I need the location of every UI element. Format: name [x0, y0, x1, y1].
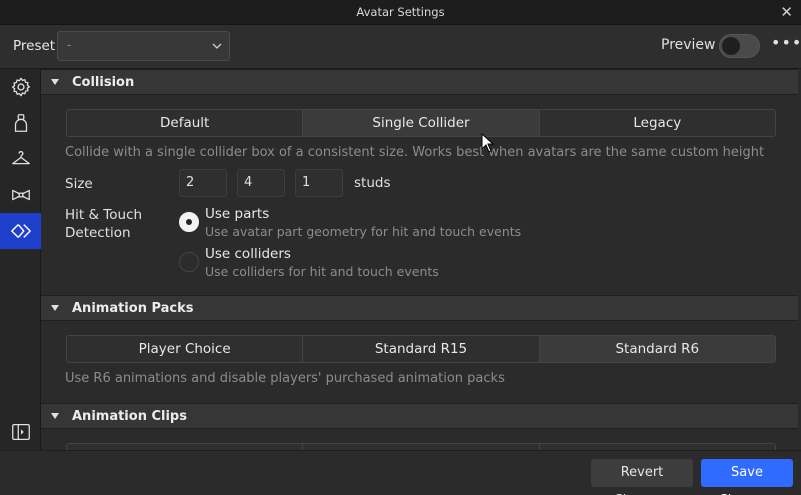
use-colliders-subtitle: Use colliders for hit and touch events [205, 264, 439, 279]
footer: Revert Changes Save Changes [0, 450, 801, 495]
window-title: Avatar Settings [356, 5, 445, 19]
collision-option-single-collider[interactable]: Single Collider [303, 110, 540, 136]
sidebar [0, 69, 41, 450]
size-x-input[interactable]: 2 [179, 169, 227, 197]
animation-clips-selector[interactable] [66, 443, 776, 450]
revert-changes-button[interactable]: Revert Changes [591, 459, 693, 495]
bowtie-icon [11, 189, 30, 201]
animation-option-player-choice[interactable]: Player Choice [67, 336, 304, 362]
use-parts-title: Use parts [205, 206, 270, 222]
section-header-animation-packs[interactable]: Animation Packs [41, 295, 801, 321]
chevron-down-icon [212, 43, 222, 49]
collapse-triangle-icon [51, 305, 59, 311]
preview-toggle[interactable] [719, 34, 760, 58]
more-options-icon[interactable]: ••• [771, 33, 801, 57]
use-colliders-title: Use colliders [205, 246, 291, 262]
collision-option-default[interactable]: Default [67, 110, 304, 136]
title-bar: Avatar Settings ✕ [0, 0, 801, 25]
collapse-triangle-icon [51, 79, 59, 85]
animation-option-standard-r15[interactable]: Standard R15 [303, 336, 540, 362]
collapse-triangle-icon [51, 413, 59, 419]
sidebar-collapse-button[interactable] [0, 414, 41, 450]
toggle-knob [722, 37, 740, 55]
use-colliders-radio[interactable] [179, 252, 199, 272]
collision-description: Collide with a single collider box of a … [65, 145, 765, 160]
settings-content[interactable]: Collision Default Single Collider Legacy… [41, 69, 801, 450]
animation-option-standard-r6[interactable]: Standard R6 [539, 336, 775, 362]
section-header-animation-clips[interactable]: Animation Clips [41, 403, 801, 429]
animation-pack-selector[interactable]: Player Choice Standard R15 Standard R6 [66, 335, 776, 363]
size-y-input[interactable]: 4 [237, 169, 285, 197]
use-parts-subtitle: Use avatar part geometry for hit and tou… [205, 224, 522, 239]
preset-value: - [67, 38, 72, 52]
preset-dropdown[interactable]: - [57, 31, 230, 61]
save-changes-button[interactable]: Save Changes [701, 459, 793, 495]
section-title: Collision [72, 75, 135, 90]
preset-label: Preset [13, 38, 56, 54]
animation-packs-description: Use R6 animations and disable players' p… [65, 371, 505, 386]
sidebar-item-collision[interactable] [0, 213, 41, 249]
preview-label: Preview [661, 37, 716, 53]
section-title: Animation Clips [72, 409, 187, 424]
hit-touch-label: Hit & Touch Detection [65, 207, 143, 241]
gear-icon [11, 77, 30, 97]
section-header-collision[interactable]: Collision [41, 69, 801, 95]
section-title: Animation Packs [72, 301, 194, 316]
toolbar: Preset - Preview ••• [0, 25, 801, 69]
size-label: Size [65, 176, 93, 192]
sidebar-item-accessories[interactable] [0, 177, 41, 213]
size-z-input[interactable]: 1 [295, 169, 343, 197]
close-icon[interactable]: ✕ [780, 3, 793, 21]
collision-option-legacy[interactable]: Legacy [539, 110, 775, 136]
collision-type-selector[interactable]: Default Single Collider Legacy [66, 109, 776, 137]
sidebar-item-body[interactable] [0, 105, 41, 141]
collision-icon [10, 224, 31, 238]
hanger-icon [11, 151, 30, 165]
sidebar-item-clothing[interactable] [0, 141, 41, 177]
panel-toggle-icon [11, 424, 30, 440]
size-unit: studs [354, 175, 391, 191]
body-icon [14, 114, 27, 132]
sidebar-item-general[interactable] [0, 69, 41, 105]
mouse-cursor-icon [481, 133, 495, 153]
use-parts-radio[interactable] [179, 212, 199, 232]
